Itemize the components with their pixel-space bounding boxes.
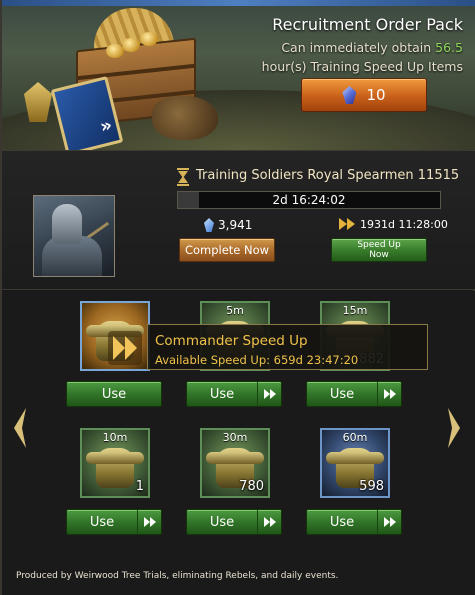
use-button[interactable]: Use xyxy=(306,381,402,407)
coin-icon xyxy=(106,44,124,58)
speed-up-now-button[interactable]: Speed Up Now xyxy=(331,238,427,262)
fast-forward-icon xyxy=(108,331,142,365)
speedup-items-grid: Use 5m Use 15m 882 Use 10m 1 Use xyxy=(2,291,475,595)
sack-icon xyxy=(152,96,218,140)
coin-icon xyxy=(122,38,140,52)
commander-speedup-tooltip: Commander Speed Up Available Speed Up: 6… xyxy=(147,324,428,370)
training-panel: Training Soldiers Royal Spearmen 11515 2… xyxy=(2,150,475,290)
fast-forward-icon xyxy=(263,389,277,399)
pack-desc-hours: 56.5 xyxy=(435,40,463,55)
gem-cost: 3,941 xyxy=(218,218,253,232)
use-max-button[interactable] xyxy=(377,510,401,534)
training-title: Training Soldiers Royal Spearmen 11515 xyxy=(196,168,460,183)
use-button[interactable]: Use xyxy=(66,509,162,535)
tooltip-title: Commander Speed Up xyxy=(155,333,308,349)
prev-page-arrow-icon[interactable] xyxy=(12,406,28,450)
fast-forward-icon xyxy=(263,517,277,527)
pack-title: Recruitment Order Pack xyxy=(272,15,463,34)
item-quantity: 598 xyxy=(359,479,384,494)
royal-spearmen-portrait xyxy=(33,195,115,277)
top-strip xyxy=(2,0,475,6)
pack-desc-suffix: hour(s) Training Speed Up Items xyxy=(261,59,463,74)
fast-forward-icon xyxy=(383,517,397,527)
speedup-item-10m[interactable]: 10m 1 xyxy=(80,428,150,498)
pack-desc-prefix: Can immediately obtain xyxy=(281,40,432,55)
speedup-item-60m[interactable]: 60m 598 xyxy=(320,428,390,498)
coin-icon xyxy=(140,32,158,46)
use-max-button[interactable] xyxy=(257,382,281,406)
item-duration: 10m xyxy=(102,431,128,444)
tooltip-subtitle: Available Speed Up: 659d 23:47:20 xyxy=(155,353,359,367)
buy-pack-button[interactable]: 10 xyxy=(301,78,427,112)
complete-now-button[interactable]: Complete Now xyxy=(179,238,275,262)
speedup-icon xyxy=(339,218,357,231)
item-duration: 15m xyxy=(342,304,368,317)
use-max-button[interactable] xyxy=(377,382,401,406)
item-duration: 5m xyxy=(226,304,244,317)
fast-forward-icon xyxy=(383,389,397,399)
use-button[interactable]: Use xyxy=(66,381,162,407)
pack-description: Can immediately obtain 56.5 hour(s) Trai… xyxy=(213,38,463,76)
item-duration: 30m xyxy=(222,431,248,444)
item-quantity: 1 xyxy=(135,479,144,494)
item-quantity: 780 xyxy=(239,479,264,494)
pack-price: 10 xyxy=(366,86,386,104)
training-progress-bar: 2d 16:24:02 xyxy=(177,191,441,209)
item-duration: 60m xyxy=(342,431,368,444)
time-remaining: 2d 16:24:02 xyxy=(272,193,346,207)
speedup-total: 1931d 11:28:00 xyxy=(360,218,448,231)
recruitment-pack-banner[interactable]: » Recruitment Order Pack Can immediately… xyxy=(2,0,475,150)
gem-icon xyxy=(342,86,357,104)
gem-icon xyxy=(204,218,214,232)
speedup-item-30m[interactable]: 30m 780 xyxy=(200,428,270,498)
hourglass-icon xyxy=(177,168,189,186)
training-speedup-icon xyxy=(86,448,144,488)
use-max-button[interactable] xyxy=(257,510,281,534)
use-button[interactable]: Use xyxy=(186,509,282,535)
use-max-button[interactable] xyxy=(137,510,161,534)
commander-speedup-item[interactable] xyxy=(80,301,150,371)
next-page-arrow-icon[interactable] xyxy=(446,406,462,450)
fast-forward-icon xyxy=(143,517,157,527)
use-button[interactable]: Use xyxy=(306,509,402,535)
speedup-window: » Recruitment Order Pack Can immediately… xyxy=(0,0,475,595)
footer-note: Produced by Weirwood Tree Trials, elimin… xyxy=(16,571,339,581)
use-button[interactable]: Use xyxy=(186,381,282,407)
